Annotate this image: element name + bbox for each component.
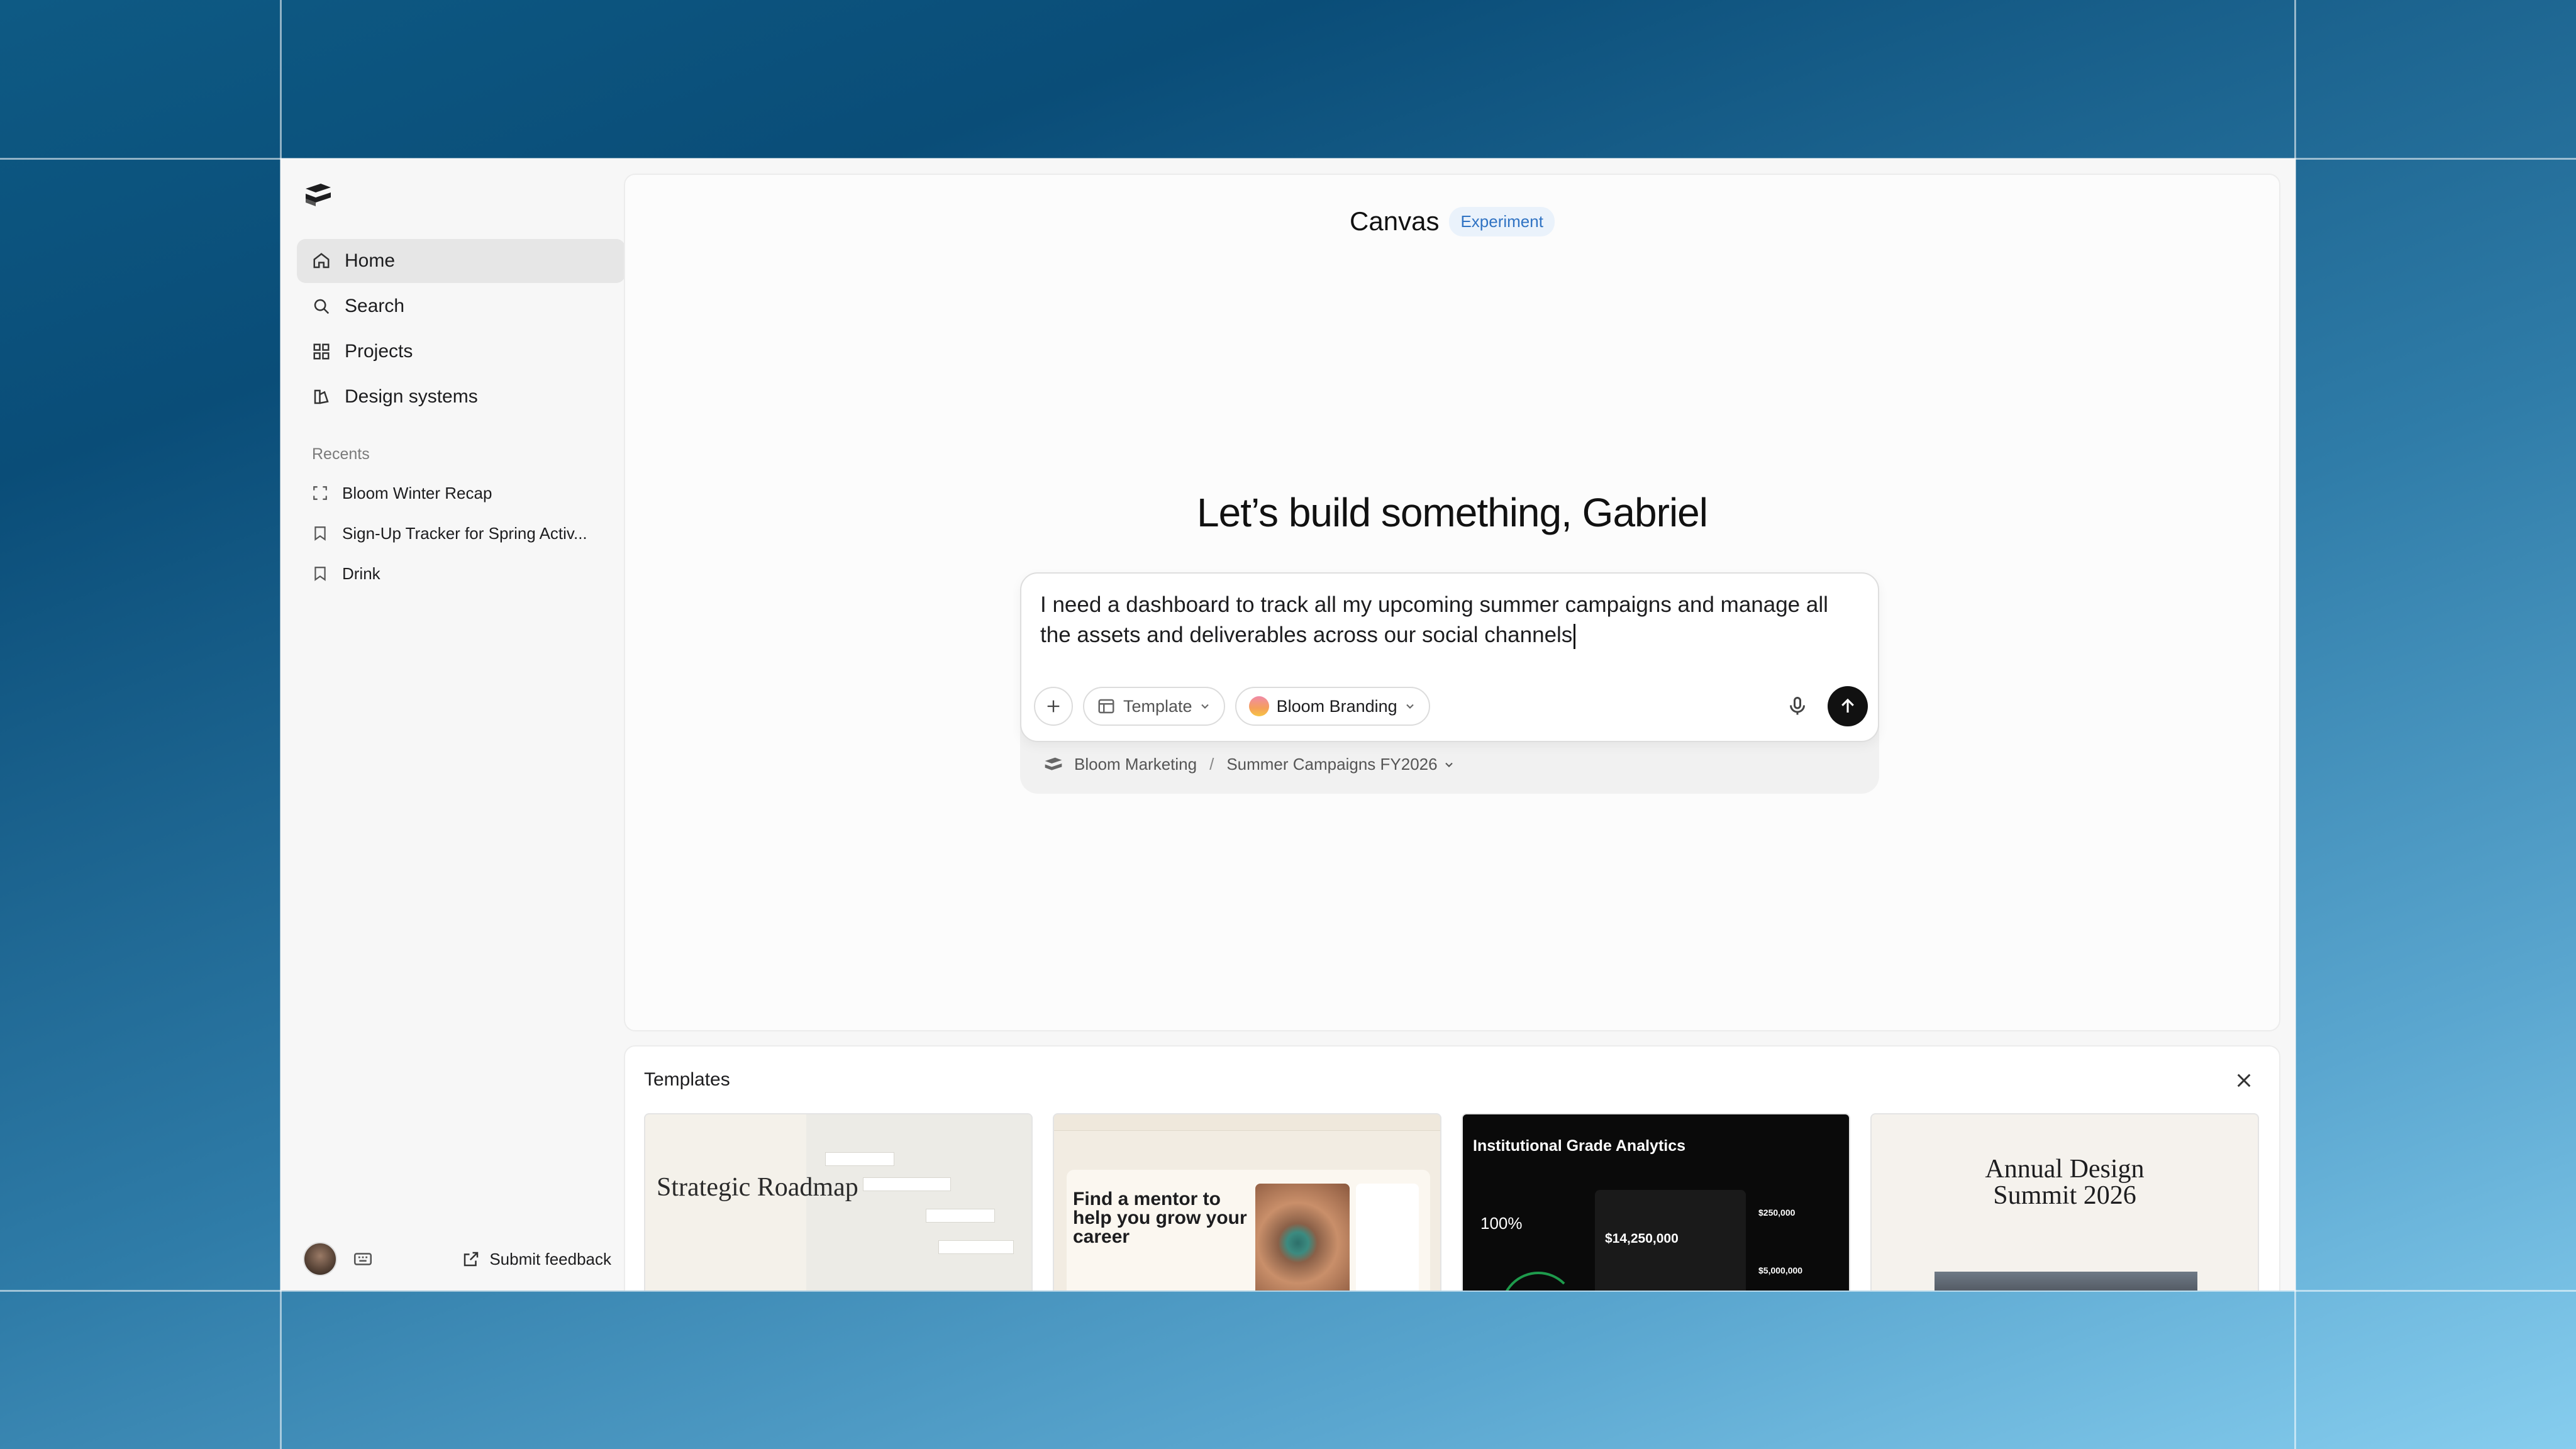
feedback-label: Submit feedback	[489, 1249, 611, 1269]
prompt-box[interactable]: I need a dashboard to track all my upcom…	[1020, 572, 1879, 742]
template-list: Strategic Roadmap Find a mentor to help …	[644, 1113, 2259, 1291]
recent-item[interactable]: Bloom Winter Recap	[297, 473, 625, 513]
chevron-down-icon[interactable]	[1443, 758, 1455, 771]
template-image	[1935, 1272, 2197, 1291]
submit-feedback-button[interactable]: Submit feedback	[462, 1250, 611, 1269]
template-title: Strategic Roadmap	[657, 1173, 858, 1202]
template-stat: $14,250,000	[1605, 1231, 1679, 1246]
template-card[interactable]: Institutional Grade Analytics 100% $14,2…	[1462, 1113, 1850, 1291]
plus-icon	[1047, 700, 1060, 713]
frame-icon	[313, 486, 327, 500]
template-card[interactable]: Strategic Roadmap	[644, 1113, 1033, 1291]
templates-heading: Templates	[644, 1069, 730, 1090]
template-title: Annual Design Summit 2026	[1985, 1155, 2145, 1210]
project-context: Bloom Marketing / Summer Campaigns FY202…	[1043, 755, 1455, 774]
template-stat: 100%	[1480, 1214, 1523, 1233]
template-preview-bar	[1054, 1114, 1440, 1131]
page-title: Canvas	[1350, 206, 1440, 236]
prompt-input[interactable]: I need a dashboard to track all my upcom…	[1040, 590, 1852, 650]
breadcrumb-separator: /	[1209, 755, 1214, 774]
recents-list: Bloom Winter Recap Sign-Up Tracker for S…	[297, 473, 625, 594]
brand-dropdown[interactable]: Bloom Branding	[1235, 687, 1430, 726]
sidebar: Home Search Projects Design systems Rece…	[280, 158, 625, 1291]
bookmark-icon	[314, 526, 326, 541]
add-attachment-button[interactable]	[1034, 687, 1073, 726]
canvas-main: Canvas Experiment Let’s build something,…	[624, 174, 2280, 1031]
template-stat: $250,000	[1758, 1208, 1796, 1218]
project-dropdown[interactable]: Summer Campaigns FY2026	[1226, 755, 1437, 774]
microphone-icon[interactable]	[1786, 695, 1809, 718]
search-icon	[314, 299, 330, 314]
template-chart	[1501, 1272, 1576, 1291]
grid-icon	[313, 343, 330, 360]
nav-label: Home	[345, 250, 396, 271]
experiment-badge: Experiment	[1449, 206, 1555, 236]
home-icon	[313, 253, 330, 269]
app-logo-icon[interactable]	[303, 181, 333, 208]
workspace-link[interactable]: Bloom Marketing	[1074, 755, 1197, 774]
send-button[interactable]	[1828, 686, 1868, 726]
template-preview	[806, 1114, 1031, 1291]
external-link-icon	[464, 1252, 479, 1267]
brand-color-icon	[1248, 696, 1269, 716]
recent-label: Drink	[342, 564, 380, 583]
canvas-header: Canvas Experiment	[625, 206, 2279, 236]
template-card[interactable]: Annual Design Summit 2026	[1870, 1113, 2259, 1291]
nav-label: Search	[345, 296, 405, 316]
chevron-down-icon	[1406, 704, 1414, 709]
avatar[interactable]	[303, 1242, 337, 1276]
main-nav: Home Search Projects Design systems	[297, 239, 625, 420]
nav-item-projects[interactable]: Projects	[297, 330, 625, 374]
template-dropdown[interactable]: Template	[1083, 687, 1225, 726]
sidebar-footer: Submit feedback	[303, 1240, 611, 1278]
keyboard-icon[interactable]	[352, 1248, 374, 1270]
template-preview	[1356, 1184, 1419, 1291]
nav-item-home[interactable]: Home	[297, 239, 625, 283]
nav-label: Design systems	[345, 386, 478, 407]
templates-panel: Templates Strategic Roadmap Find a mento…	[624, 1045, 2280, 1291]
recent-item[interactable]: Sign-Up Tracker for Spring Activ...	[297, 513, 625, 553]
brand-label: Bloom Branding	[1276, 696, 1397, 716]
nav-label: Projects	[345, 341, 413, 362]
app-window: Home Search Projects Design systems Rece…	[280, 158, 2296, 1291]
template-icon	[1098, 699, 1114, 714]
nav-item-design-systems[interactable]: Design systems	[297, 375, 625, 419]
recent-label: Sign-Up Tracker for Spring Activ...	[342, 523, 587, 543]
template-stat: $5,000,000	[1758, 1265, 1803, 1275]
recent-item[interactable]: Drink	[297, 553, 625, 594]
design-system-icon	[314, 389, 329, 404]
template-image	[1255, 1184, 1350, 1291]
template-label: Template	[1123, 696, 1192, 716]
greeting-heading: Let’s build something, Gabriel	[1197, 490, 1708, 535]
template-title: Find a mentor to help you grow your care…	[1073, 1189, 1247, 1247]
chevron-down-icon	[1201, 704, 1209, 709]
nav-item-search[interactable]: Search	[297, 284, 625, 328]
arrow-up-icon	[1841, 698, 1854, 713]
recents-heading: Recents	[312, 445, 370, 463]
prompt-container: I need a dashboard to track all my upcom…	[1020, 572, 1879, 794]
close-icon[interactable]	[2234, 1070, 2254, 1091]
prompt-toolbar: Template Bloom Branding	[1034, 686, 1868, 727]
recent-label: Bloom Winter Recap	[342, 483, 492, 502]
workspace-logo-icon	[1045, 757, 1062, 770]
template-title: Institutional Grade Analytics	[1473, 1137, 1686, 1155]
template-card[interactable]: Find a mentor to help you grow your care…	[1053, 1113, 1441, 1291]
bookmark-icon	[314, 567, 326, 581]
